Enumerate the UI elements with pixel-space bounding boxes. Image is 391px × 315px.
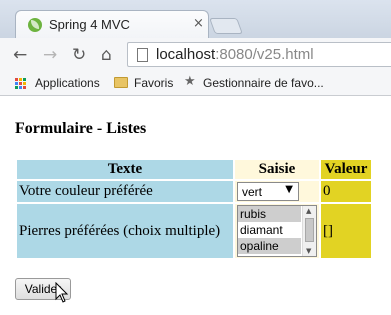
- browser-chrome: Spring 4 MVC × ← → ↻ ⌂ localhost:8080/v2…: [0, 0, 391, 96]
- bookmark-applications[interactable]: Applications: [35, 76, 100, 90]
- header-texte: Texte: [17, 160, 233, 179]
- page-title: Formulaire - Listes: [15, 120, 147, 137]
- new-tab-button[interactable]: [209, 18, 243, 34]
- list-option-rubis[interactable]: rubis: [238, 206, 301, 222]
- table-header-row: Texte Saisie Valeur: [17, 160, 371, 179]
- tab-strip: Spring 4 MVC ×: [0, 0, 391, 39]
- address-bar[interactable]: localhost:8080/v25.html: [127, 42, 391, 67]
- header-valeur: Valeur: [321, 160, 371, 179]
- bookmarks-bar: Applications Favoris ★ Gestionnaire de f…: [0, 70, 391, 96]
- listbox-scrollbar[interactable]: ▲ ▼: [302, 206, 316, 256]
- folder-icon: [114, 77, 128, 88]
- row-value-couleur: 0: [321, 181, 371, 202]
- home-icon[interactable]: ⌂: [101, 45, 112, 65]
- list-option-diamant[interactable]: diamant: [238, 222, 301, 238]
- tab-title: Spring 4 MVC: [49, 17, 130, 32]
- url-path: :8080/v25.html: [215, 46, 314, 63]
- page-icon: [137, 48, 148, 62]
- spring-leaf-icon: [28, 18, 42, 32]
- mouse-cursor-icon: [55, 282, 69, 303]
- scroll-down-icon[interactable]: ▼: [306, 247, 311, 255]
- url-host: localhost: [156, 46, 216, 63]
- forward-icon[interactable]: →: [43, 45, 57, 65]
- couleur-select[interactable]: vert ▼: [237, 182, 299, 201]
- bookmark-favoris[interactable]: Favoris: [134, 76, 173, 90]
- scroll-thumb[interactable]: [305, 218, 314, 242]
- list-option-opaline[interactable]: opaline: [238, 238, 301, 254]
- pierres-listbox[interactable]: rubis diamant opaline ▲ ▼: [237, 205, 317, 257]
- browser-tab[interactable]: Spring 4 MVC ×: [15, 10, 209, 39]
- table-row: Pierres préférées (choix multiple) rubis…: [17, 204, 371, 258]
- star-icon: ★: [184, 74, 196, 89]
- apps-grid-icon: [15, 78, 27, 90]
- url-text: localhost:8080/v25.html: [156, 46, 314, 63]
- close-tab-icon[interactable]: ×: [193, 16, 204, 31]
- row-label-couleur: Votre couleur préférée: [17, 181, 233, 202]
- scroll-up-icon[interactable]: ▲: [306, 207, 311, 215]
- reload-icon[interactable]: ↻: [72, 45, 86, 65]
- saisie-cell-couleur: vert ▼: [235, 181, 319, 202]
- couleur-select-value: vert: [242, 185, 263, 199]
- saisie-cell-pierres: rubis diamant opaline ▲ ▼: [235, 204, 319, 258]
- back-icon[interactable]: ←: [13, 45, 27, 65]
- form-table: Texte Saisie Valeur Votre couleur préfér…: [15, 158, 373, 260]
- header-saisie: Saisie: [235, 160, 319, 179]
- table-row: Votre couleur préférée vert ▼ 0: [17, 181, 371, 202]
- row-label-pierres: Pierres préférées (choix multiple): [17, 204, 233, 258]
- browser-toolbar: ← → ↻ ⌂ localhost:8080/v25.html: [0, 38, 391, 70]
- dropdown-arrow-icon: ▼: [285, 184, 293, 195]
- bookmark-manager[interactable]: Gestionnaire de favo...: [203, 76, 324, 90]
- row-value-pierres: []: [321, 204, 371, 258]
